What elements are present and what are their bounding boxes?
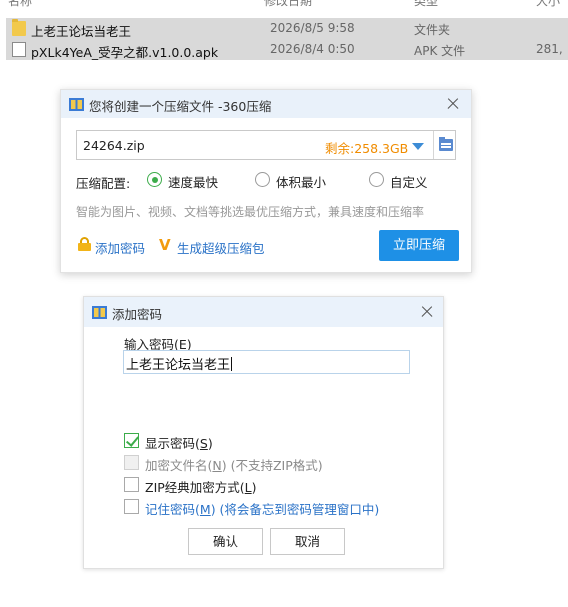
compression-hint: 智能为图片、视频、文档等挑选最优压缩方式，兼具速度和压缩率 bbox=[76, 205, 425, 219]
checkbox-label: 加密文件名(N) (不支持ZIP格式) bbox=[145, 458, 323, 473]
v-badge-icon: V bbox=[159, 236, 171, 254]
file-row-folder[interactable]: 上老王论坛当老王 2026/8/5 9:58 文件夹 bbox=[6, 18, 568, 39]
radio-label: 体积最小 bbox=[276, 175, 327, 190]
radio-circle bbox=[147, 172, 162, 187]
text-caret bbox=[231, 357, 233, 371]
column-header-type[interactable]: 类型 bbox=[414, 0, 438, 9]
column-header-row: 名称 修改日期 类型 大小 bbox=[0, 0, 568, 9]
password-value: 上老王论坛当老王 bbox=[126, 357, 233, 373]
add-password-label: 添加密码 bbox=[95, 241, 146, 256]
chevron-down-icon[interactable] bbox=[412, 143, 424, 150]
free-space-label: 剩余:258.3GB bbox=[325, 141, 409, 156]
super-package-label: 生成超级压缩包 bbox=[177, 241, 265, 256]
compress-dialog-title: 您将创建一个压缩文件 -360压缩 bbox=[89, 99, 272, 114]
compress-now-button[interactable]: 立即压缩 bbox=[379, 230, 459, 261]
radio-circle bbox=[255, 172, 270, 187]
column-header-name[interactable]: 名称 bbox=[8, 0, 32, 9]
checkbox-box bbox=[124, 499, 139, 514]
ok-button[interactable]: 确认 bbox=[188, 528, 263, 555]
file-size: 281, bbox=[536, 42, 563, 56]
password-dialog-title: 添加密码 bbox=[112, 307, 163, 322]
checkbox-label: ZIP经典加密方式(L) bbox=[145, 480, 257, 495]
file-date: 2026/8/5 9:58 bbox=[270, 21, 355, 35]
archive-app-icon bbox=[69, 98, 84, 111]
lock-icon bbox=[78, 237, 91, 251]
compress-dialog-titlebar[interactable]: 您将创建一个压缩文件 -360压缩 bbox=[61, 90, 471, 118]
compress-dialog: 您将创建一个压缩文件 -360压缩 24264.zip 剩余:258.3GB 压… bbox=[60, 89, 472, 273]
folder-browse-icon[interactable] bbox=[439, 137, 453, 151]
file-type: APK 文件 bbox=[414, 44, 466, 58]
radio-label: 自定义 bbox=[390, 175, 428, 190]
checkbox-box bbox=[124, 455, 139, 470]
checkbox-box bbox=[124, 477, 139, 492]
file-type: 文件夹 bbox=[414, 23, 451, 37]
divider bbox=[433, 131, 434, 159]
file-name: pXLk4YeA_受孕之都.v1.0.0.apk bbox=[31, 45, 219, 60]
close-icon[interactable] bbox=[445, 96, 461, 112]
column-header-size[interactable]: 大小 bbox=[536, 0, 560, 9]
close-icon[interactable] bbox=[419, 304, 435, 320]
radio-label: 速度最快 bbox=[168, 175, 219, 190]
column-header-date[interactable]: 修改日期 bbox=[264, 0, 312, 9]
password-input[interactable]: 上老王论坛当老王 bbox=[123, 350, 410, 374]
file-icon bbox=[12, 42, 26, 57]
archive-path-field[interactable]: 24264.zip 剩余:258.3GB bbox=[76, 130, 456, 160]
checkbox-label: 记住密码(M) (将会备忘到密码管理窗口中) bbox=[145, 502, 380, 517]
file-name: 上老王论坛当老王 bbox=[31, 24, 132, 39]
file-date: 2026/8/4 0:50 bbox=[270, 42, 355, 56]
cancel-button[interactable]: 取消 bbox=[270, 528, 345, 555]
password-dialog: 添加密码 输入密码(E) 上老王论坛当老王 显示密码(S) 加密文件名(N) (… bbox=[83, 296, 444, 569]
archive-app-icon bbox=[92, 306, 107, 319]
password-dialog-titlebar[interactable]: 添加密码 bbox=[84, 297, 443, 327]
folder-icon bbox=[12, 19, 26, 36]
checkbox-box bbox=[124, 433, 139, 448]
radio-circle bbox=[369, 172, 384, 187]
archive-filename[interactable]: 24264.zip bbox=[83, 138, 145, 153]
file-row-apk[interactable]: pXLk4YeA_受孕之都.v1.0.0.apk 2026/8/4 0:50 A… bbox=[6, 39, 568, 60]
checkbox-label: 显示密码(S) bbox=[145, 436, 213, 451]
compression-config-label: 压缩配置: bbox=[76, 176, 131, 191]
